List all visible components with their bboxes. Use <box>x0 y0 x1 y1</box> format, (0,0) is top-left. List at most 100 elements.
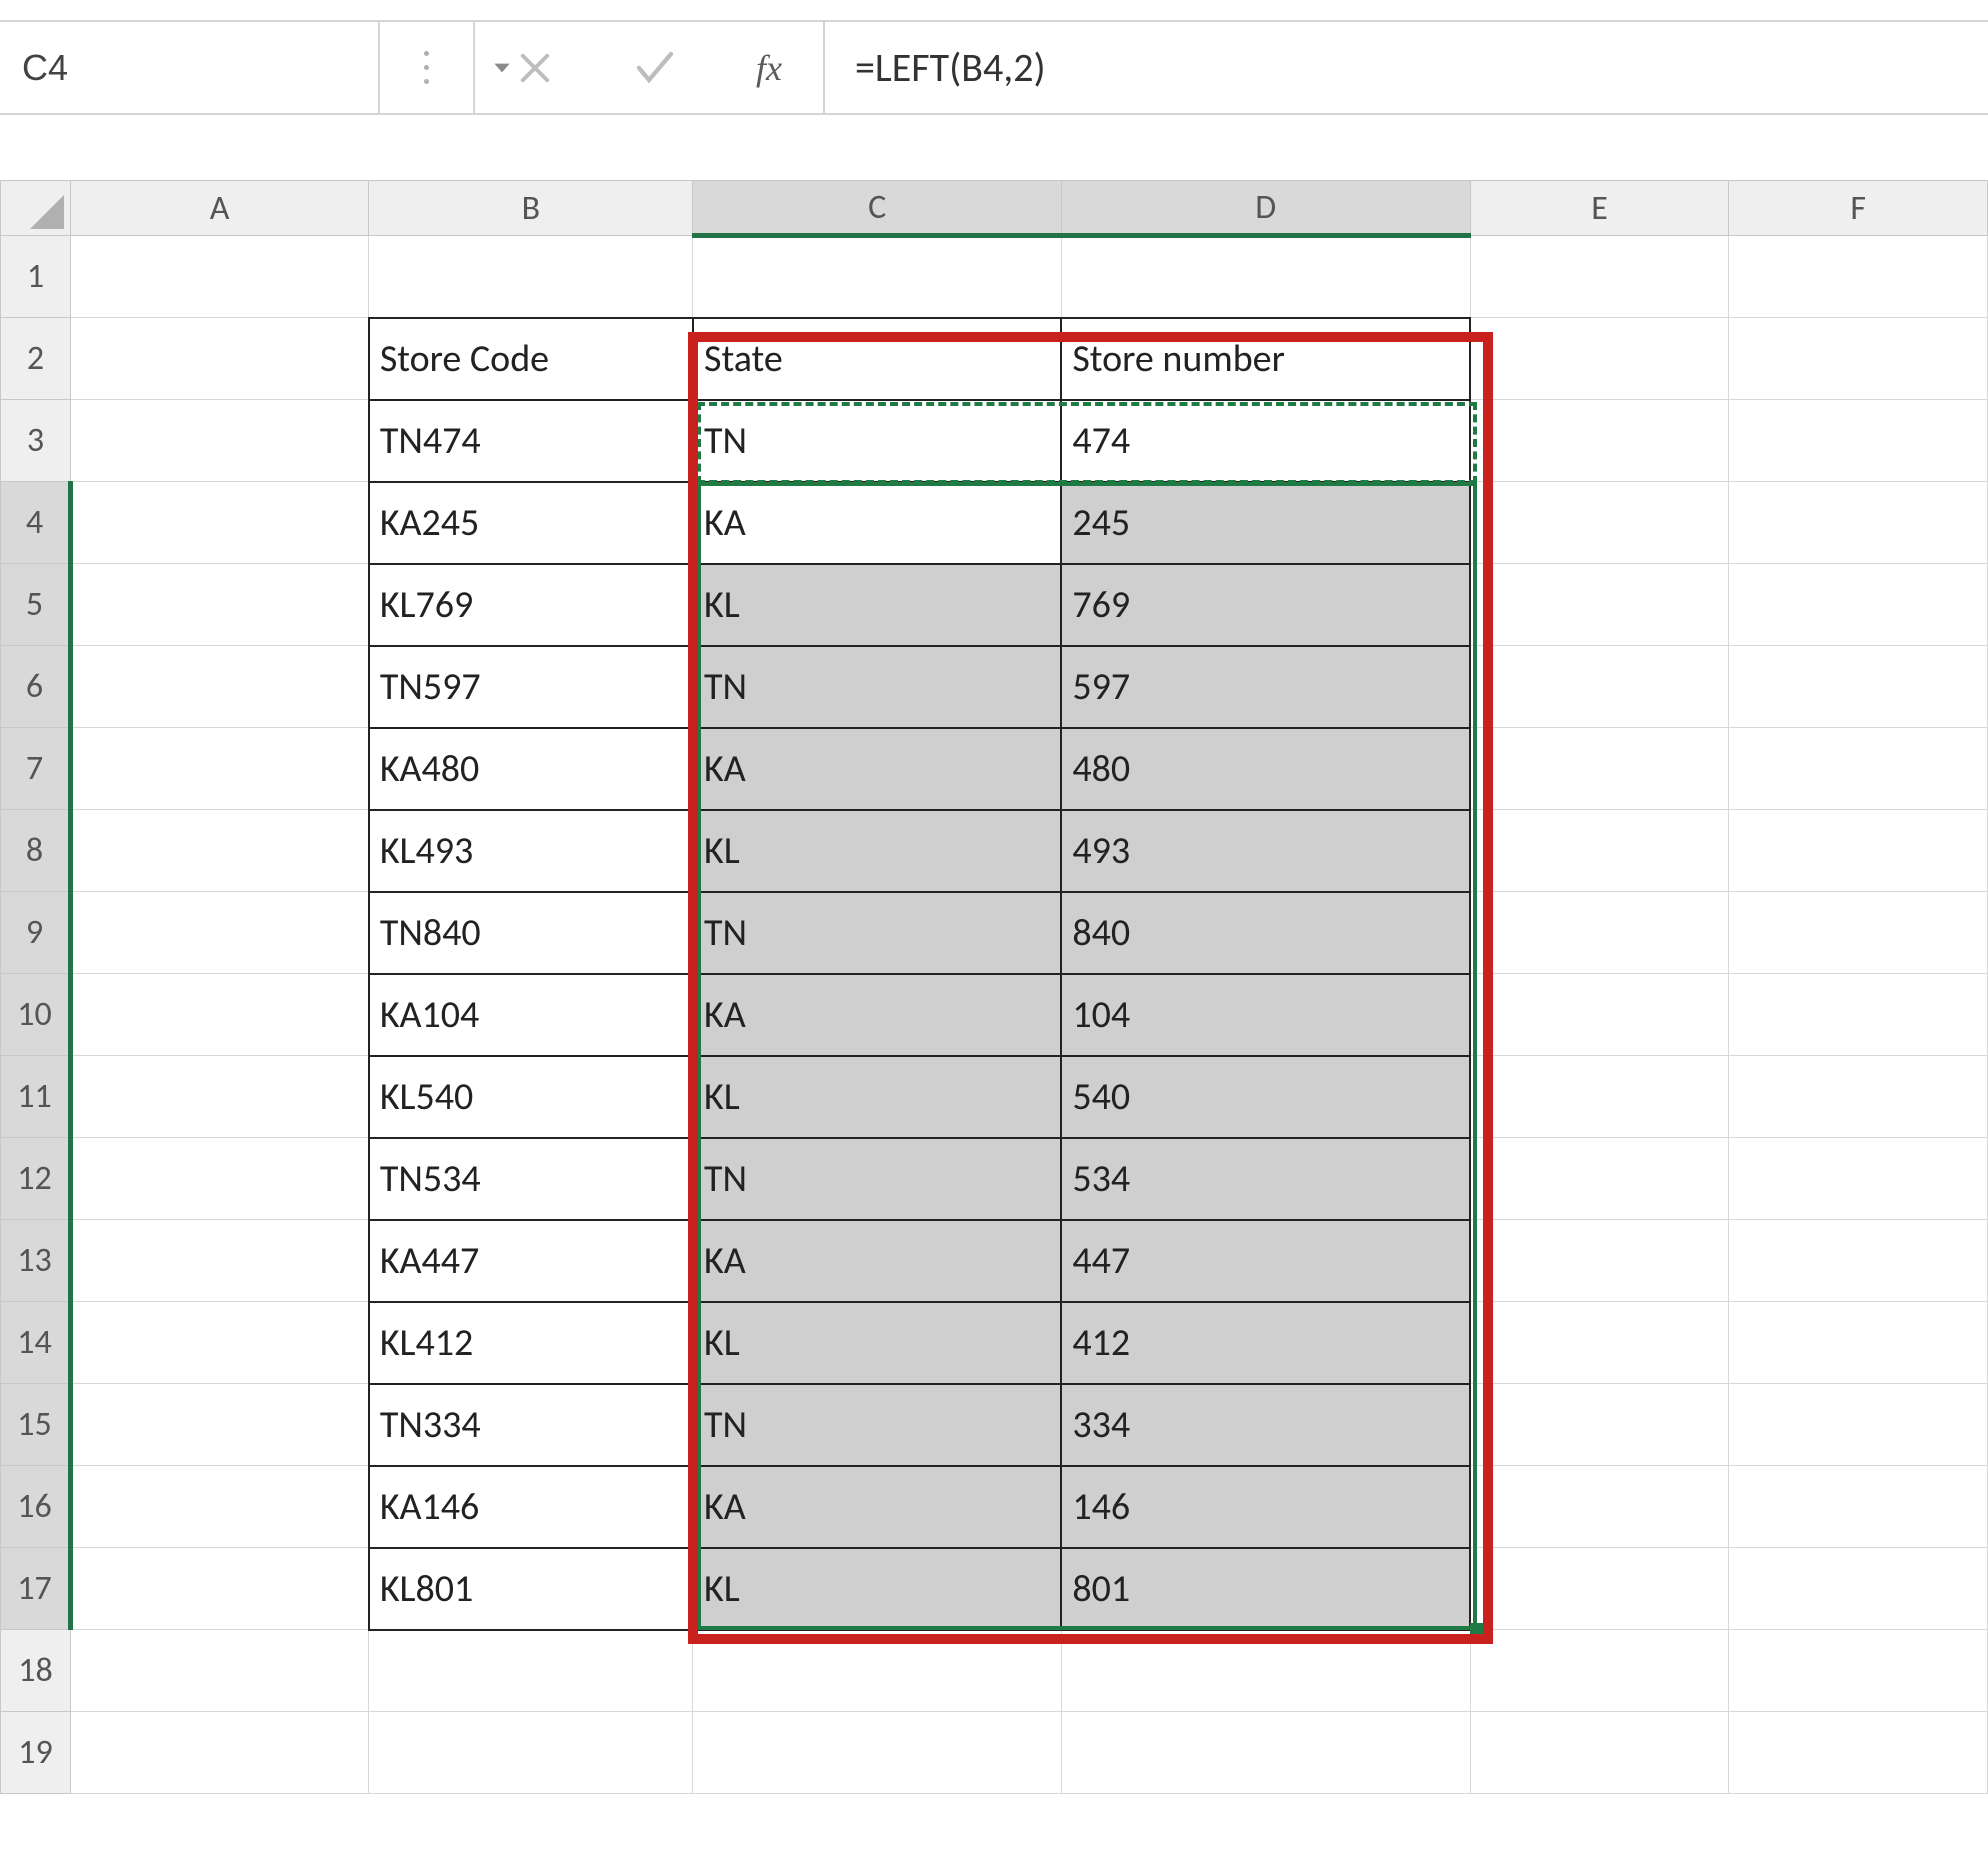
cell[interactable] <box>1470 1466 1729 1548</box>
cell[interactable] <box>1729 1302 1988 1384</box>
cell[interactable] <box>1729 974 1988 1056</box>
row-header[interactable]: 6 <box>1 646 71 728</box>
cell[interactable]: 801 <box>1061 1548 1470 1630</box>
col-header-F[interactable]: F <box>1729 181 1988 236</box>
cell[interactable] <box>1470 1302 1729 1384</box>
cell[interactable]: 480 <box>1061 728 1470 810</box>
cell[interactable] <box>1729 1548 1988 1630</box>
cell[interactable]: TN474 <box>369 400 693 482</box>
cell[interactable]: 412 <box>1061 1302 1470 1384</box>
cell[interactable] <box>1470 400 1729 482</box>
cell[interactable] <box>1470 892 1729 974</box>
row-header[interactable]: 15 <box>1 1384 71 1466</box>
row-header[interactable]: 5 <box>1 564 71 646</box>
row-header[interactable]: 3 <box>1 400 71 482</box>
col-header-D[interactable]: D <box>1061 181 1470 236</box>
cell[interactable]: 534 <box>1061 1138 1470 1220</box>
cell[interactable] <box>70 236 368 318</box>
cell[interactable]: 597 <box>1061 646 1470 728</box>
cell[interactable]: KL <box>693 1056 1061 1138</box>
col-header-A[interactable]: A <box>70 181 368 236</box>
name-box[interactable] <box>20 46 489 90</box>
cell[interactable] <box>1729 1630 1988 1712</box>
cell[interactable]: KL801 <box>369 1548 693 1630</box>
cell[interactable]: 493 <box>1061 810 1470 892</box>
cell[interactable] <box>1470 728 1729 810</box>
cell[interactable] <box>1470 1220 1729 1302</box>
cell[interactable] <box>70 810 368 892</box>
row-header[interactable]: 12 <box>1 1138 71 1220</box>
cell[interactable]: TN <box>693 1384 1061 1466</box>
row-header[interactable]: 10 <box>1 974 71 1056</box>
cell[interactable] <box>1729 892 1988 974</box>
cell[interactable] <box>369 1712 693 1794</box>
cell-header-store-code[interactable]: Store Code <box>369 318 693 400</box>
cell[interactable]: 245 <box>1061 482 1470 564</box>
formula-input[interactable]: =LEFT(B4,2) <box>825 22 1988 113</box>
cell[interactable]: KA146 <box>369 1466 693 1548</box>
cell[interactable] <box>70 1466 368 1548</box>
row-header[interactable]: 19 <box>1 1712 71 1794</box>
cell[interactable]: 540 <box>1061 1056 1470 1138</box>
cell[interactable]: 447 <box>1061 1220 1470 1302</box>
cell[interactable]: KA <box>693 1466 1061 1548</box>
cell[interactable]: KA480 <box>369 728 693 810</box>
col-header-E[interactable]: E <box>1470 181 1729 236</box>
cell[interactable]: KA245 <box>369 482 693 564</box>
cell[interactable]: KL <box>693 564 1061 646</box>
cell[interactable]: KA <box>693 974 1061 1056</box>
cell[interactable] <box>693 236 1061 318</box>
row-header[interactable]: 1 <box>1 236 71 318</box>
cell[interactable] <box>693 1630 1061 1712</box>
cell-active[interactable]: KA <box>693 482 1061 564</box>
cell[interactable] <box>1729 236 1988 318</box>
cell[interactable] <box>1061 1712 1470 1794</box>
cell[interactable]: 334 <box>1061 1384 1470 1466</box>
cell[interactable] <box>70 1712 368 1794</box>
worksheet[interactable]: A B C D E F 1 2 Store Code <box>0 180 1988 1794</box>
cell[interactable] <box>1729 1056 1988 1138</box>
cell[interactable]: TN <box>693 892 1061 974</box>
row-header[interactable]: 14 <box>1 1302 71 1384</box>
cell-header-state[interactable]: State <box>693 318 1061 400</box>
col-header-C[interactable]: C <box>693 181 1061 236</box>
row-header[interactable]: 7 <box>1 728 71 810</box>
cell[interactable] <box>1729 1138 1988 1220</box>
cell[interactable] <box>1470 1056 1729 1138</box>
cell[interactable]: KL540 <box>369 1056 693 1138</box>
cell[interactable] <box>1470 236 1729 318</box>
cell[interactable] <box>1470 318 1729 400</box>
cell[interactable]: KL412 <box>369 1302 693 1384</box>
cell[interactable]: TN <box>693 1138 1061 1220</box>
cell[interactable]: 146 <box>1061 1466 1470 1548</box>
cell[interactable] <box>70 482 368 564</box>
name-box-dropdown-icon[interactable] <box>489 55 515 81</box>
insert-function-button[interactable]: fx <box>715 22 825 113</box>
cell[interactable]: KA <box>693 728 1061 810</box>
cell[interactable] <box>1729 1384 1988 1466</box>
cell[interactable] <box>1729 1712 1988 1794</box>
cell[interactable] <box>1470 1548 1729 1630</box>
cell[interactable] <box>693 1712 1061 1794</box>
cell[interactable] <box>70 1138 368 1220</box>
cell[interactable] <box>1729 646 1988 728</box>
cell[interactable]: KL <box>693 1548 1061 1630</box>
cell[interactable]: TN534 <box>369 1138 693 1220</box>
row-header[interactable]: 17 <box>1 1548 71 1630</box>
cell[interactable]: KL769 <box>369 564 693 646</box>
cell[interactable] <box>70 400 368 482</box>
cell[interactable]: 104 <box>1061 974 1470 1056</box>
cell[interactable] <box>1470 810 1729 892</box>
cell[interactable] <box>70 1548 368 1630</box>
cell[interactable] <box>1729 810 1988 892</box>
cell[interactable] <box>70 892 368 974</box>
cell[interactable]: KA104 <box>369 974 693 1056</box>
cell[interactable]: KA <box>693 1220 1061 1302</box>
cell[interactable] <box>70 974 368 1056</box>
select-all-corner[interactable] <box>1 181 71 236</box>
cell[interactable] <box>369 1630 693 1712</box>
cell[interactable] <box>1729 318 1988 400</box>
cell[interactable] <box>1729 728 1988 810</box>
cell[interactable]: KL493 <box>369 810 693 892</box>
cell[interactable]: TN840 <box>369 892 693 974</box>
